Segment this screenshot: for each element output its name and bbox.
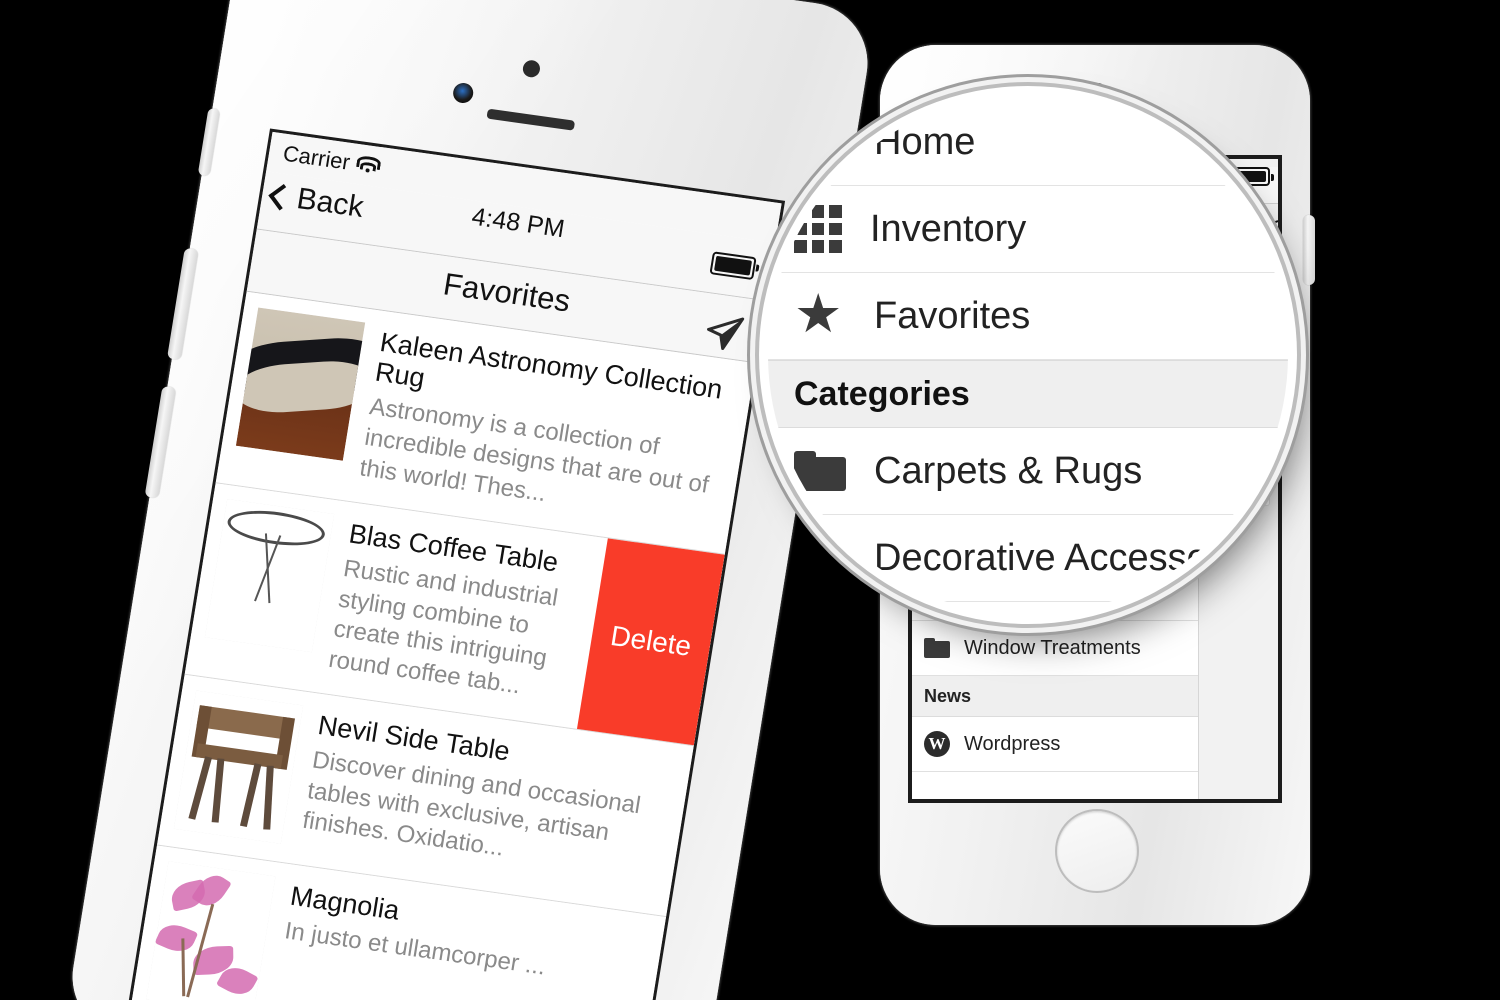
drawer-item-label: Wordpress	[964, 732, 1061, 755]
magnified-item-carpets-rugs[interactable]: Carpets & Rugs	[768, 428, 1288, 515]
magnified-section-categories: Categories	[768, 360, 1288, 428]
magnifier-lens: Home Inventory ★ Favorites Categories Ca…	[768, 95, 1288, 615]
power-button[interactable]	[1303, 215, 1315, 285]
magnifier-content: Home Inventory ★ Favorites Categories Ca…	[768, 95, 1288, 615]
drawer-section-label: News	[924, 685, 972, 706]
magnified-item-label: Decorative Accessories	[874, 536, 1269, 579]
send-icon[interactable]	[701, 309, 747, 354]
wifi-icon	[356, 154, 382, 176]
status-bar-left: Carrier	[281, 140, 382, 180]
magnified-item-label: Favorites	[874, 294, 1031, 337]
magnified-item-label: Home	[874, 120, 976, 163]
magnolia-thumbnail	[146, 861, 276, 1000]
list-item-body: Kaleen Astronomy Collection Rug Astronom…	[357, 325, 739, 534]
rug-thumbnail	[235, 307, 366, 461]
magnified-drawer-list: Home Inventory ★ Favorites Categories Ca…	[768, 99, 1288, 602]
magnified-item-home[interactable]: Home	[768, 99, 1288, 186]
magnified-item-favorites[interactable]: ★ Favorites	[768, 273, 1288, 360]
magnified-section-label: Categories	[794, 374, 970, 413]
folder-icon	[794, 451, 846, 491]
wordpress-icon: W	[924, 731, 950, 757]
drawer-item-label: Window Treatments	[964, 636, 1141, 659]
drawer-item-window-treatments[interactable]: Window Treatments	[912, 621, 1198, 676]
screenshot-stage: Carrier Back 4:48 PM Favorites Kaleen As…	[0, 0, 1500, 1000]
magnified-item-decorative-accessories[interactable]: Decorative Accessories	[768, 515, 1288, 602]
drawer-item-wordpress[interactable]: W Wordpress	[912, 717, 1198, 772]
magnified-item-inventory[interactable]: Inventory	[768, 186, 1288, 273]
folder-icon	[924, 638, 950, 658]
side-table-thumbnail	[173, 690, 304, 844]
carrier-label: Carrier	[281, 140, 352, 175]
magnified-item-label: Carpets & Rugs	[874, 449, 1143, 492]
left-phone-device: Carrier Back 4:48 PM Favorites Kaleen As…	[63, 0, 877, 1000]
folder-icon	[794, 538, 846, 578]
home-button[interactable]	[1055, 809, 1139, 893]
proximity-sensor-icon	[1093, 83, 1104, 94]
list-item-body: Nevil Side Table Discover dining and occ…	[299, 708, 678, 896]
grid-icon	[794, 205, 842, 253]
drawer-section-news: News	[912, 676, 1198, 717]
magnified-item-label: Inventory	[870, 207, 1027, 250]
coffee-table-thumbnail	[204, 498, 335, 652]
star-icon: ★	[794, 284, 843, 344]
